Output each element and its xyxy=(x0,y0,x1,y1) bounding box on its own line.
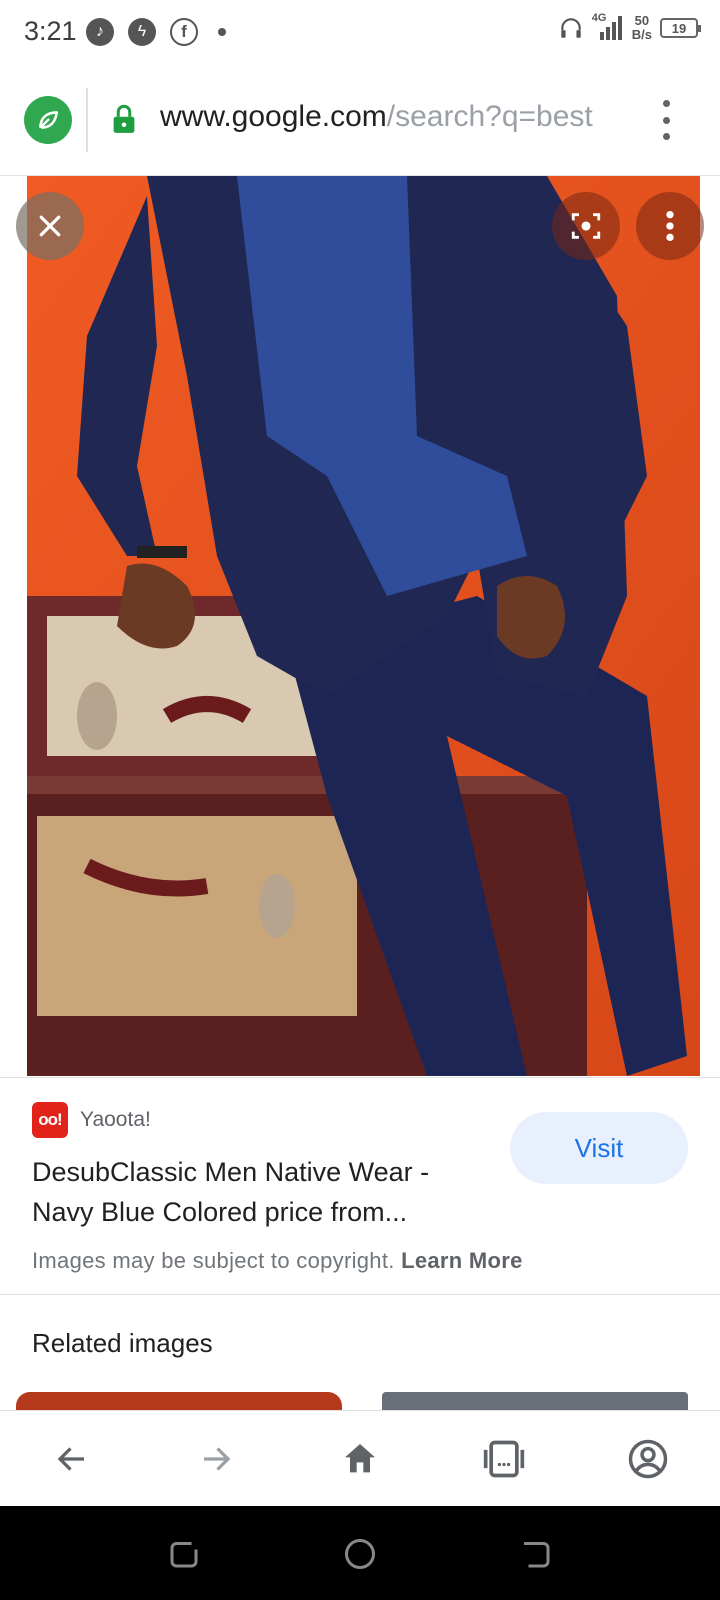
source-logo: oo! xyxy=(32,1102,68,1138)
account-button[interactable] xyxy=(624,1435,672,1483)
learn-more-link[interactable]: Learn More xyxy=(401,1248,523,1273)
browser-toolbar xyxy=(0,1410,720,1506)
url-domain: www.google.com xyxy=(160,100,387,133)
tabs-button[interactable] xyxy=(480,1435,528,1483)
back-nav-icon[interactable] xyxy=(518,1536,554,1572)
status-bar: 3:21 ♪ ϟ f 4G 50 B/s 19 xyxy=(0,0,720,66)
url-field[interactable]: www.google.com/search?q=best xyxy=(160,100,630,134)
result-title[interactable]: DesubClassic Men Native Wear - Navy Blue… xyxy=(32,1152,492,1232)
preview-image[interactable] xyxy=(27,176,700,1076)
tabs-icon xyxy=(483,1440,525,1478)
forward-button[interactable] xyxy=(192,1435,240,1483)
lens-icon xyxy=(571,213,601,239)
signal-icon: 4G xyxy=(592,12,624,42)
lock-icon[interactable] xyxy=(110,104,138,134)
dot-icon xyxy=(218,28,226,36)
notification-icons: ♪ ϟ f xyxy=(86,18,226,46)
home-circle-icon[interactable] xyxy=(342,1536,378,1572)
system-navigation-bar xyxy=(0,1506,720,1600)
related-image-thumbnail[interactable] xyxy=(382,1392,688,1410)
network-speed: 50 B/s xyxy=(632,14,652,42)
close-button[interactable] xyxy=(16,192,84,260)
copyright-text: Images may be subject to copyright. xyxy=(32,1248,395,1273)
visit-button[interactable]: Visit xyxy=(510,1112,688,1184)
lens-search-button[interactable] xyxy=(552,192,620,260)
battery-icon: 19 xyxy=(660,18,701,38)
url-path: /search?q=best xyxy=(386,100,593,133)
image-info-panel: oo! Yaoota! DesubClassic Men Native Wear… xyxy=(0,1077,720,1295)
source-row[interactable]: oo! Yaoota! xyxy=(32,1102,151,1138)
more-vert-icon xyxy=(666,210,674,242)
related-images-heading: Related images xyxy=(32,1328,213,1358)
recents-icon[interactable] xyxy=(166,1536,202,1572)
account-icon xyxy=(628,1439,668,1479)
home-icon xyxy=(345,1444,375,1473)
system-status: 4G 50 B/s 19 xyxy=(558,12,701,42)
back-button[interactable] xyxy=(48,1435,96,1483)
more-options-button[interactable] xyxy=(636,192,704,260)
browser-menu-icon[interactable] xyxy=(658,100,674,140)
headphones-icon xyxy=(561,18,581,38)
messenger-icon: ϟ xyxy=(128,18,156,46)
battery-level: 19 xyxy=(671,20,687,36)
arrow-right-icon xyxy=(204,1447,231,1471)
status-time: 3:21 xyxy=(24,16,77,46)
leaf-icon[interactable] xyxy=(24,96,72,144)
url-divider xyxy=(86,88,88,152)
speed-unit: B/s xyxy=(631,27,652,42)
related-image-thumbnail[interactable] xyxy=(16,1392,342,1410)
copyright-notice: Images may be subject to copyright. Lear… xyxy=(32,1248,523,1274)
close-icon xyxy=(39,215,61,237)
image-viewer xyxy=(0,176,720,1076)
browser-url-bar: www.google.com/search?q=best xyxy=(0,66,720,176)
source-name: Yaoota! xyxy=(80,1108,151,1131)
music-icon: ♪ xyxy=(86,18,114,46)
speed-value: 50 xyxy=(634,13,650,28)
home-button[interactable] xyxy=(336,1435,384,1483)
arrow-left-icon xyxy=(57,1447,84,1471)
facebook-icon: f xyxy=(170,18,198,46)
